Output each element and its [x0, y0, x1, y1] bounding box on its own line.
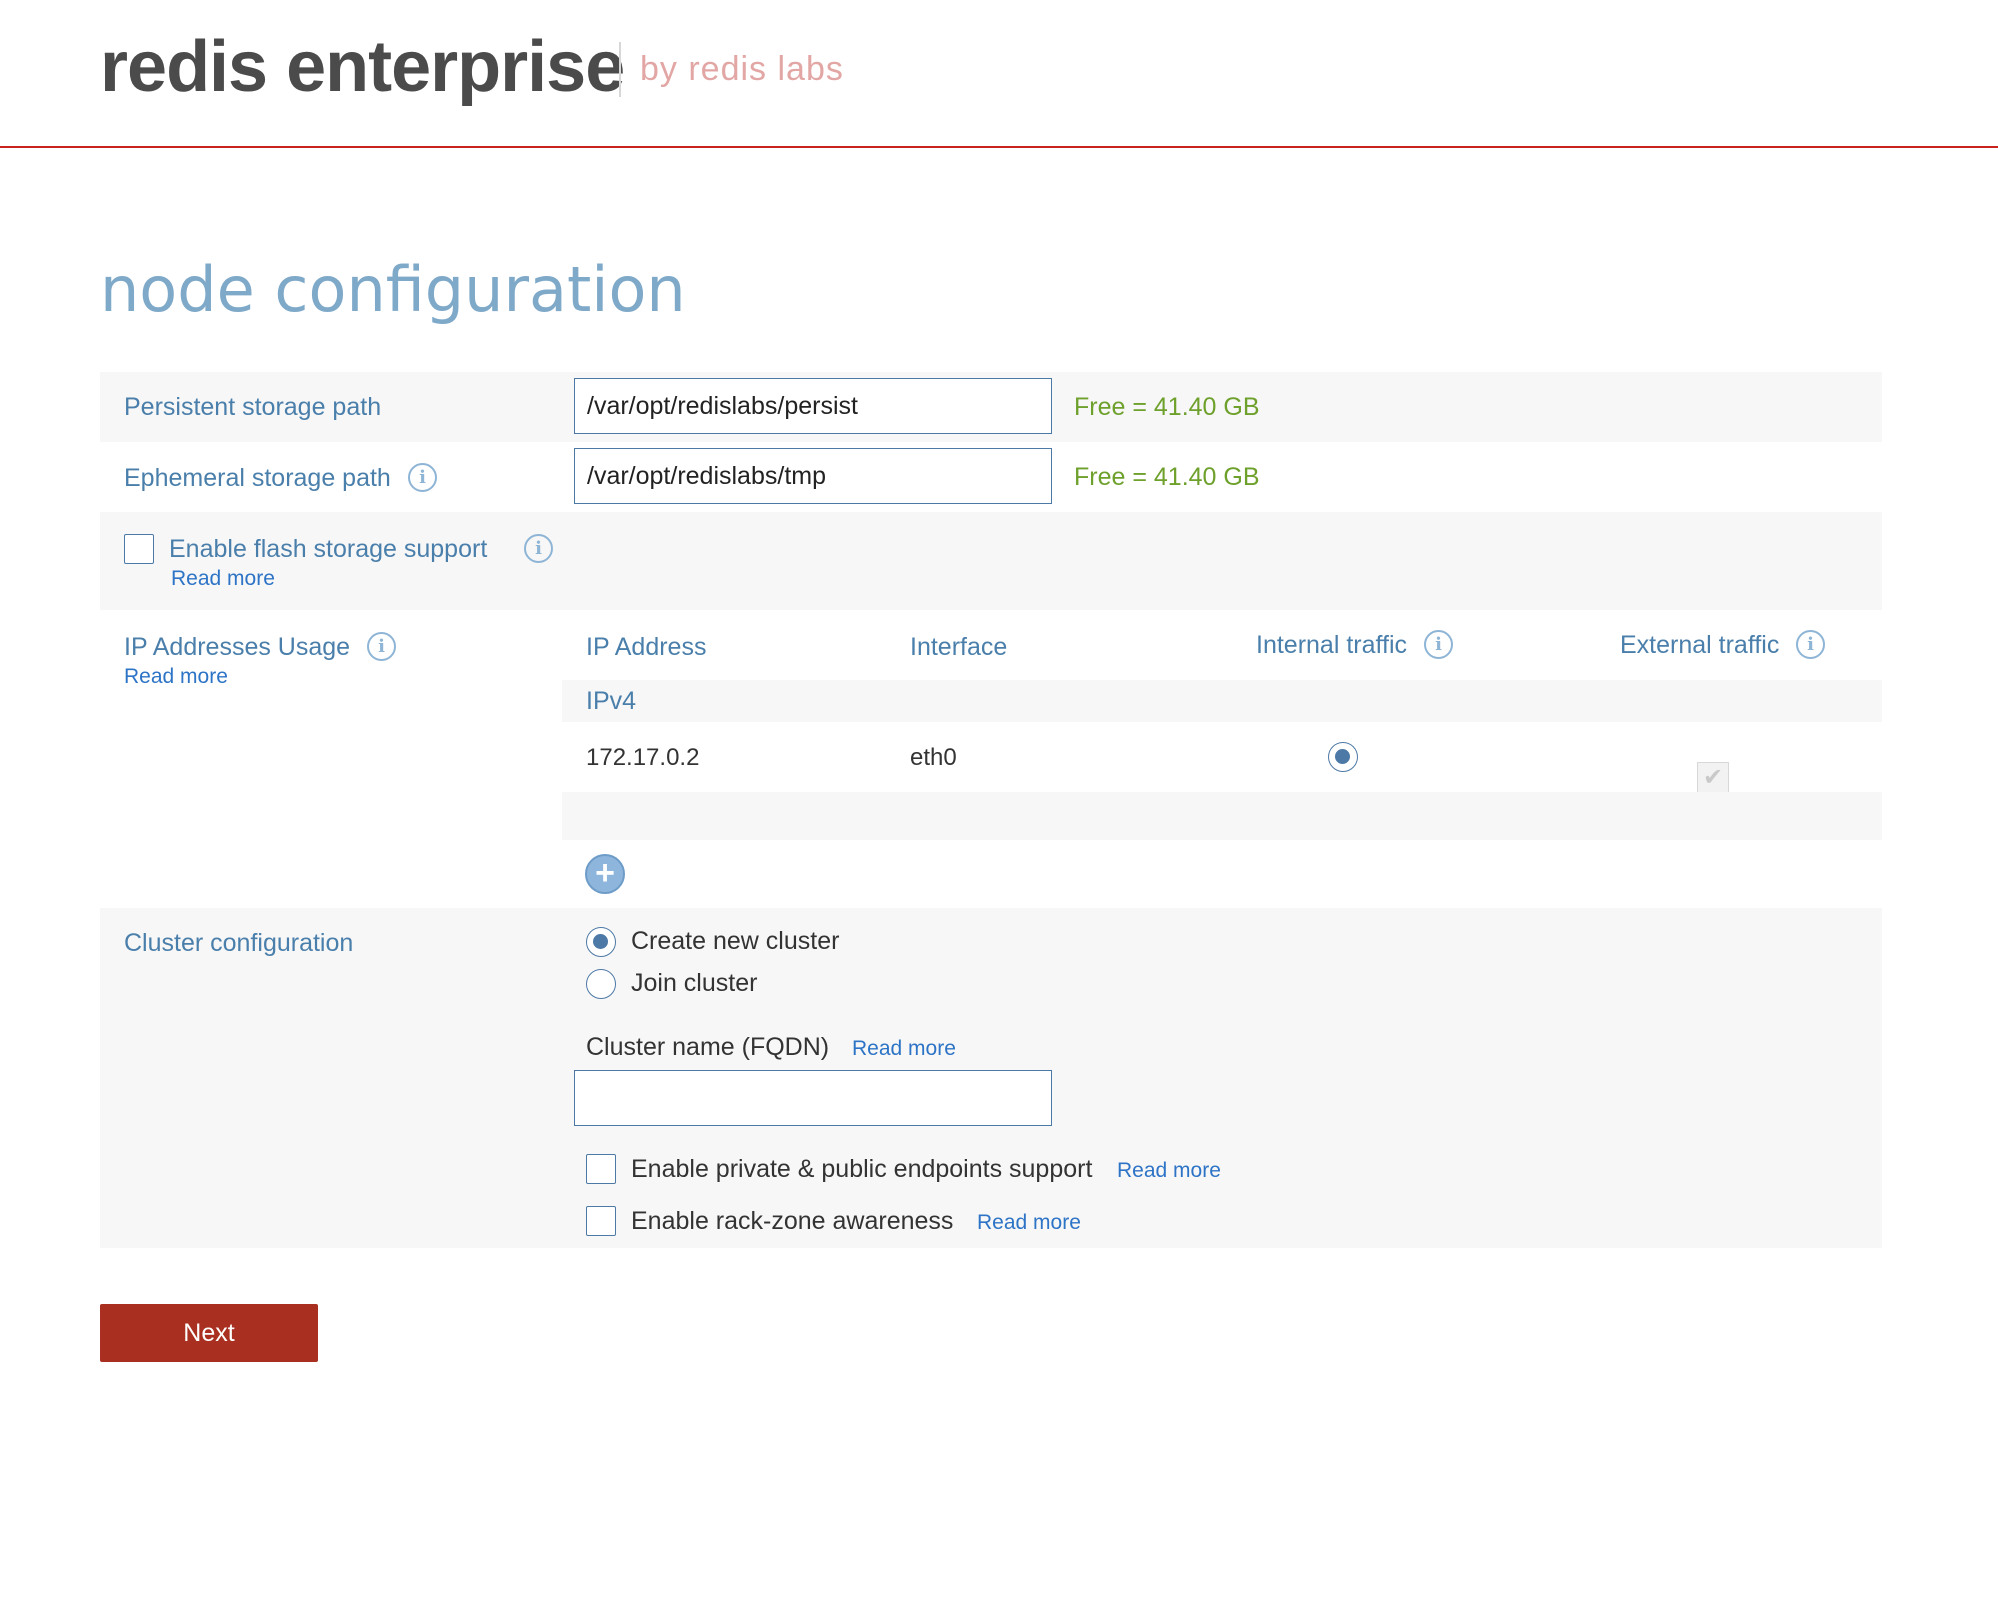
plus-icon[interactable]: +	[585, 854, 625, 894]
next-button[interactable]: Next	[100, 1304, 318, 1362]
cluster-name-read-more-link[interactable]: Read more	[852, 1036, 956, 1062]
ipv4-group-label: IPv4	[586, 687, 637, 715]
ephemeral-storage-free: Free = 41.40 GB	[1074, 463, 1260, 491]
col-ip-address: IP Address	[586, 633, 707, 661]
endpoints-checkbox[interactable]	[586, 1154, 616, 1184]
endpoints-read-more-link[interactable]: Read more	[1117, 1158, 1221, 1184]
info-icon[interactable]: i	[408, 463, 437, 492]
info-icon[interactable]: i	[1424, 630, 1453, 659]
ephemeral-storage-input[interactable]: /var/opt/redislabs/tmp	[574, 448, 1052, 504]
page-title: node configuration	[100, 253, 686, 326]
header-divider	[0, 146, 1998, 148]
cluster-config-label: Cluster configuration	[124, 929, 354, 957]
endpoints-label: Enable private & public endpoints suppor…	[631, 1155, 1093, 1183]
ipv4-group-header	[562, 680, 1882, 722]
internal-traffic-radio[interactable]	[1328, 742, 1358, 772]
col-internal-traffic: Internal traffic	[1256, 631, 1408, 659]
flash-storage-checkbox[interactable]	[124, 534, 154, 564]
flash-read-more-link[interactable]: Read more	[171, 566, 275, 592]
info-icon[interactable]: i	[524, 534, 553, 563]
ip-usage-read-more-link[interactable]: Read more	[124, 664, 228, 690]
flash-storage-label: Enable flash storage support	[169, 535, 488, 563]
ip-usage-label: IP Addresses Usage	[124, 633, 351, 661]
create-new-cluster-radio[interactable]	[586, 927, 616, 957]
external-traffic-checkbox: ✔	[1697, 762, 1729, 794]
join-cluster-radio[interactable]	[586, 969, 616, 999]
ip-table-footer	[562, 792, 1882, 840]
cluster-name-label: Cluster name (FQDN)	[586, 1033, 830, 1061]
ip-address-cell: 172.17.0.2	[586, 744, 700, 771]
rack-zone-label: Enable rack-zone awareness	[631, 1207, 954, 1235]
rack-zone-checkbox[interactable]	[586, 1206, 616, 1236]
ephemeral-storage-label: Ephemeral storage path	[124, 464, 391, 492]
col-interface: Interface	[910, 633, 1008, 661]
cluster-name-input[interactable]	[574, 1070, 1052, 1126]
create-new-cluster-label: Create new cluster	[631, 927, 840, 955]
col-external-traffic: External traffic	[1620, 631, 1780, 659]
info-icon[interactable]: i	[1796, 630, 1825, 659]
persistent-storage-label: Persistent storage path	[124, 393, 382, 421]
persistent-storage-input[interactable]: /var/opt/redislabs/persist	[574, 378, 1052, 434]
interface-cell: eth0	[910, 744, 957, 771]
rack-zone-read-more-link[interactable]: Read more	[977, 1210, 1081, 1236]
info-icon[interactable]: i	[367, 632, 396, 661]
join-cluster-label: Join cluster	[631, 969, 758, 997]
persistent-storage-free: Free = 41.40 GB	[1074, 393, 1260, 421]
brand-divider	[619, 42, 621, 97]
brand-sub-logo: by redis labs	[640, 50, 844, 88]
brand-logo: redis enterprise	[100, 27, 625, 107]
